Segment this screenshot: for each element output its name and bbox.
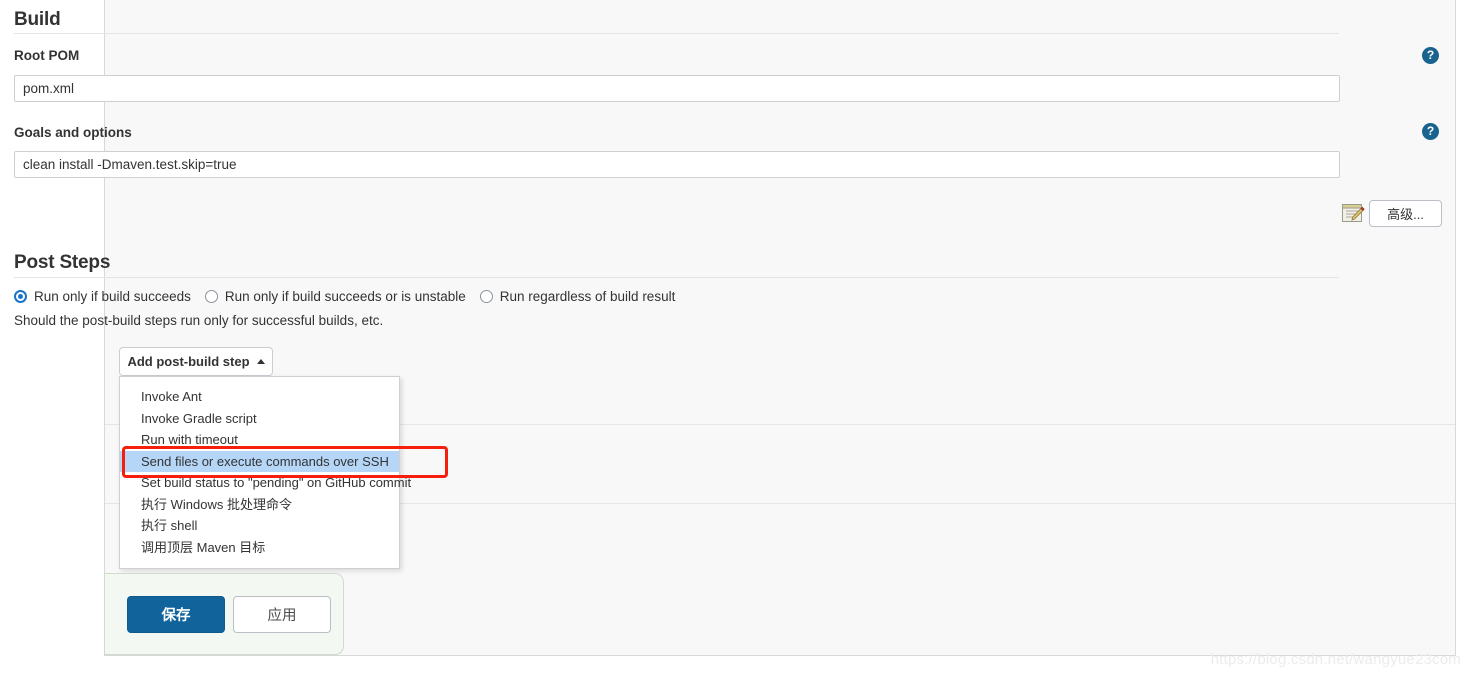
root-pom-label: Root POM [14, 48, 80, 63]
radio-label: Run regardless of build result [499, 289, 676, 304]
notepad-edit-icon[interactable] [1341, 202, 1365, 224]
build-title-divider [14, 33, 1339, 34]
caret-up-icon [256, 359, 265, 364]
radio-label: Run only if build succeeds or is unstabl… [224, 289, 466, 304]
menu-item-invoke-ant[interactable]: Invoke Ant [120, 386, 399, 408]
radio-button-icon[interactable] [14, 290, 27, 303]
goals-and-options-label: Goals and options [14, 125, 132, 140]
add-post-build-step-label: Add post-build step [127, 354, 250, 369]
menu-item-invoke-top-level-maven-targets[interactable]: 调用顶层 Maven 目标 [120, 537, 399, 559]
radio-run-if-succeeds-or-unstable[interactable]: Run only if build succeeds or is unstabl… [204, 289, 466, 304]
help-circle-icon-root-pom[interactable]: ? [1422, 47, 1439, 64]
apply-button[interactable]: 应用 [233, 596, 331, 633]
watermark-text: https://blog.csdn.net/wangyue23com [1210, 651, 1461, 668]
radio-label: Run only if build succeeds [34, 289, 191, 304]
post-steps-title-divider [14, 277, 1339, 278]
help-circle-icon-goals[interactable]: ? [1422, 123, 1439, 140]
post-steps-section-title: Post Steps [14, 252, 111, 273]
radio-button-icon[interactable] [204, 290, 218, 303]
menu-item-execute-windows-batch-command[interactable]: 执行 Windows 批处理命令 [120, 494, 399, 516]
save-action-bar: 保存 应用 [104, 573, 344, 655]
radio-run-regardless[interactable]: Run regardless of build result [479, 289, 676, 304]
menu-item-set-build-status-pending-github[interactable]: Set build status to "pending" on GitHub … [120, 472, 411, 494]
advanced-button[interactable]: 高级... [1369, 200, 1442, 227]
menu-item-invoke-gradle-script[interactable]: Invoke Gradle script [120, 408, 399, 430]
root-pom-input[interactable] [14, 75, 1340, 102]
menu-item-send-files-or-execute-commands-over-ssh[interactable]: Send files or execute commands over SSH [120, 450, 399, 472]
radio-run-if-succeeds[interactable]: Run only if build succeeds [14, 289, 191, 304]
screenshot-root: Build Root POM ? Goals and options ? 高级.… [0, 0, 1479, 677]
build-section-title: Build [14, 9, 61, 30]
post-steps-hint: Should the post-build steps run only for… [14, 313, 384, 328]
radio-button-icon[interactable] [479, 290, 493, 303]
menu-item-execute-shell[interactable]: 执行 shell [120, 515, 399, 537]
post-steps-radio-group: Run only if build succeeds Run only if b… [14, 289, 689, 304]
menu-item-run-with-timeout[interactable]: Run with timeout [120, 429, 399, 451]
add-post-build-step-button[interactable]: Add post-build step [119, 347, 273, 376]
goals-and-options-input[interactable] [14, 151, 1340, 178]
save-button[interactable]: 保存 [127, 596, 225, 633]
add-post-build-step-menu[interactable]: Invoke Ant Invoke Gradle script Run with… [119, 376, 411, 569]
